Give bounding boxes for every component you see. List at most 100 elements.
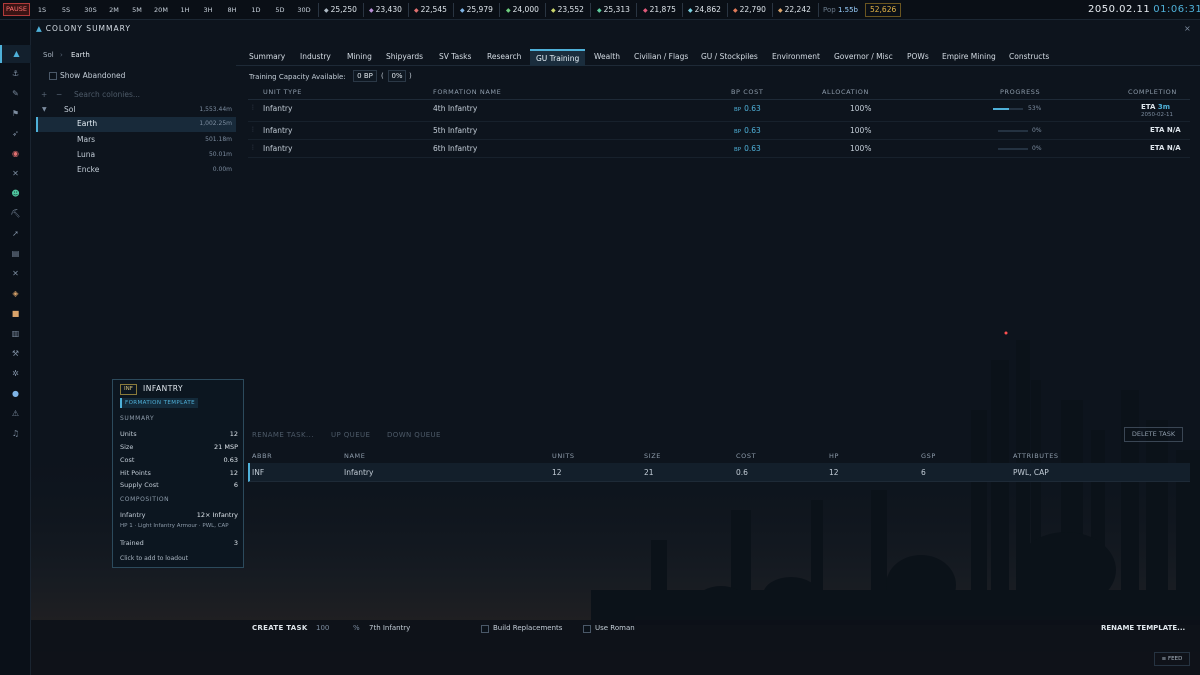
tab-civilian-flags[interactable]: Civilian / Flags bbox=[634, 49, 688, 66]
drag-handle-icon[interactable]: ⋮ bbox=[250, 104, 256, 111]
tab-gu-stockpiles[interactable]: GU / Stockpiles bbox=[701, 49, 758, 66]
wrench-icon[interactable]: ✎ bbox=[0, 85, 31, 103]
col-gsp[interactable]: GSP bbox=[921, 452, 936, 460]
feed-icon: ≡ bbox=[1161, 656, 1167, 662]
tab-pows[interactable]: POWs bbox=[907, 49, 929, 66]
tab-mining[interactable]: Mining bbox=[347, 49, 372, 66]
pause-button[interactable]: PAUSE bbox=[3, 3, 30, 16]
population-readout: Pop 1.55b bbox=[823, 4, 858, 16]
down-queue-button[interactable]: DOWN QUEUE bbox=[387, 431, 441, 439]
tab-industry[interactable]: Industry bbox=[300, 49, 331, 66]
clipboard-icon[interactable]: ▤ bbox=[0, 245, 31, 263]
col-unit-type[interactable]: UNIT TYPE bbox=[263, 88, 302, 96]
formation-name-input[interactable]: 7th Infantry bbox=[369, 624, 410, 632]
col-allocation[interactable]: ALLOCATION bbox=[822, 88, 869, 96]
speed-5m-button[interactable]: 5M bbox=[131, 4, 143, 16]
table-row[interactable]: ⋮ Infantry 4th Infantry BP 0.63 100% 53% … bbox=[248, 100, 1190, 122]
tab-governor-misc[interactable]: Governor / Misc bbox=[834, 49, 893, 66]
collapse-all-button[interactable]: − bbox=[56, 90, 62, 99]
build-replacements-checkbox[interactable] bbox=[481, 625, 489, 633]
hammer-icon[interactable]: ⚒ bbox=[0, 345, 31, 363]
flag-icon[interactable]: ⚑ bbox=[0, 105, 31, 123]
tree-colony-mars[interactable]: Mars 501.18m bbox=[36, 133, 236, 147]
tab-wealth[interactable]: Wealth bbox=[594, 49, 620, 66]
col-abbr[interactable]: ABBR bbox=[252, 452, 272, 460]
show-abandoned-checkbox[interactable] bbox=[49, 72, 57, 80]
col-progress[interactable]: PROGRESS bbox=[1000, 88, 1040, 96]
tab-research[interactable]: Research bbox=[487, 49, 521, 66]
table-row[interactable]: ⋮ Infantry 5th Infantry BP 0.63 100% 0% E… bbox=[248, 122, 1190, 140]
tree-colony-encke[interactable]: Encke 0.00m bbox=[36, 163, 236, 177]
tab-environment[interactable]: Environment bbox=[772, 49, 820, 66]
close-icon[interactable]: × bbox=[1184, 24, 1191, 33]
col-units[interactable]: UNITS bbox=[552, 452, 575, 460]
target-icon[interactable]: ◉ bbox=[0, 145, 31, 163]
speed-1h-button[interactable]: 1H bbox=[179, 4, 191, 16]
speed-30d-button[interactable]: 30D bbox=[296, 4, 312, 16]
delete-task-button[interactable]: DELETE TASK bbox=[1124, 427, 1183, 442]
speed-5s-button[interactable]: 5S bbox=[60, 4, 72, 16]
anchor-icon[interactable]: ⚓ bbox=[0, 65, 31, 83]
tab-gu-training[interactable]: GU Training bbox=[530, 49, 586, 66]
col-hp[interactable]: HP bbox=[829, 452, 839, 460]
col-bp-cost[interactable]: BP COST bbox=[731, 88, 763, 96]
gear-icon[interactable]: ✲ bbox=[0, 365, 31, 383]
tab-sv-tasks[interactable]: SV Tasks bbox=[439, 49, 471, 66]
uridium-icon: ◆ bbox=[688, 7, 693, 14]
document-icon[interactable]: ▥ bbox=[0, 325, 31, 343]
col-size[interactable]: SIZE bbox=[644, 452, 661, 460]
template-row[interactable]: INF Infantry 12 21 0.6 12 6 PWL, CAP bbox=[248, 463, 1190, 482]
tab-empire-mining[interactable]: Empire Mining bbox=[942, 49, 996, 66]
tree-system-sol[interactable]: ▼ Sol 1,553.44m bbox=[36, 103, 236, 117]
speed-8h-button[interactable]: 8H bbox=[226, 4, 238, 16]
col-attributes[interactable]: ATTRIBUTES bbox=[1013, 452, 1059, 460]
use-roman-checkbox[interactable] bbox=[583, 625, 591, 633]
speed-1s-button[interactable]: 1S bbox=[36, 4, 48, 16]
telescope-icon[interactable]: ➚ bbox=[0, 225, 31, 243]
table-row[interactable]: ⋮ Infantry 6th Infantry BP 0.63 100% 0% E… bbox=[248, 140, 1190, 158]
up-queue-button[interactable]: UP QUEUE bbox=[331, 431, 370, 439]
tree-colony-luna[interactable]: Luna 50.01m bbox=[36, 148, 236, 162]
training-capacity-label: Training Capacity Available: bbox=[249, 73, 346, 81]
tree-colony-earth[interactable]: Earth 1,002.25m bbox=[36, 117, 236, 132]
box-icon[interactable]: ■ bbox=[0, 305, 31, 323]
col-name[interactable]: NAME bbox=[344, 452, 365, 460]
col-formation-name[interactable]: FORMATION NAME bbox=[433, 88, 501, 96]
col-completion[interactable]: COMPLETION bbox=[1128, 88, 1177, 96]
speed-20m-button[interactable]: 20M bbox=[153, 4, 169, 16]
corbomite-icon: ◆ bbox=[414, 7, 419, 14]
expand-all-button[interactable]: + bbox=[41, 90, 47, 99]
drag-handle-icon[interactable]: ⋮ bbox=[250, 126, 256, 133]
resource-tritanium: ◆ 25,979 bbox=[460, 5, 493, 14]
create-task-button[interactable]: CREATE TASK bbox=[252, 624, 308, 632]
pickaxe-icon[interactable]: ⛏ bbox=[0, 205, 31, 223]
rename-template-button[interactable]: RENAME TEMPLATE... bbox=[1101, 624, 1185, 632]
feed-button[interactable]: ≡ FEED bbox=[1154, 652, 1190, 666]
speed-5d-button[interactable]: 5D bbox=[273, 4, 287, 16]
game-date: 2050.02.11 01:06:31 bbox=[1088, 3, 1200, 17]
crossed-swords-icon[interactable]: ✕ bbox=[0, 165, 31, 183]
chevron-down-icon[interactable]: ▼ bbox=[42, 106, 47, 113]
globe-icon[interactable]: ● bbox=[0, 385, 31, 403]
speed-30s-button[interactable]: 30S bbox=[83, 4, 98, 16]
tab-shipyards[interactable]: Shipyards bbox=[386, 49, 423, 66]
rocket-icon[interactable]: ➶ bbox=[0, 125, 31, 143]
amount-input[interactable]: 100 bbox=[316, 624, 329, 632]
person-icon[interactable]: ☻ bbox=[0, 185, 31, 203]
search-input[interactable]: Search colonies... bbox=[74, 90, 140, 99]
warning-icon[interactable]: ⚠ bbox=[0, 405, 31, 423]
duranium-icon: ◆ bbox=[324, 7, 329, 14]
drag-handle-icon[interactable]: ⋮ bbox=[250, 144, 256, 151]
speed-3h-button[interactable]: 3H bbox=[202, 4, 214, 16]
tab-summary[interactable]: Summary bbox=[249, 49, 285, 66]
music-icon[interactable]: ♫ bbox=[0, 425, 31, 443]
tab-constructs[interactable]: Constructs bbox=[1009, 49, 1049, 66]
speed-2m-button[interactable]: 2M bbox=[108, 4, 120, 16]
breadcrumb-root[interactable]: Sol bbox=[43, 51, 54, 59]
colony-icon[interactable]: ▲ bbox=[0, 45, 31, 63]
col-cost[interactable]: COST bbox=[736, 452, 756, 460]
tag-icon[interactable]: ◈ bbox=[0, 285, 31, 303]
speed-1d-button[interactable]: 1D bbox=[250, 4, 262, 16]
rename-task-button[interactable]: RENAME TASK... bbox=[252, 431, 314, 439]
crossed-icon[interactable]: ✕ bbox=[0, 265, 31, 283]
